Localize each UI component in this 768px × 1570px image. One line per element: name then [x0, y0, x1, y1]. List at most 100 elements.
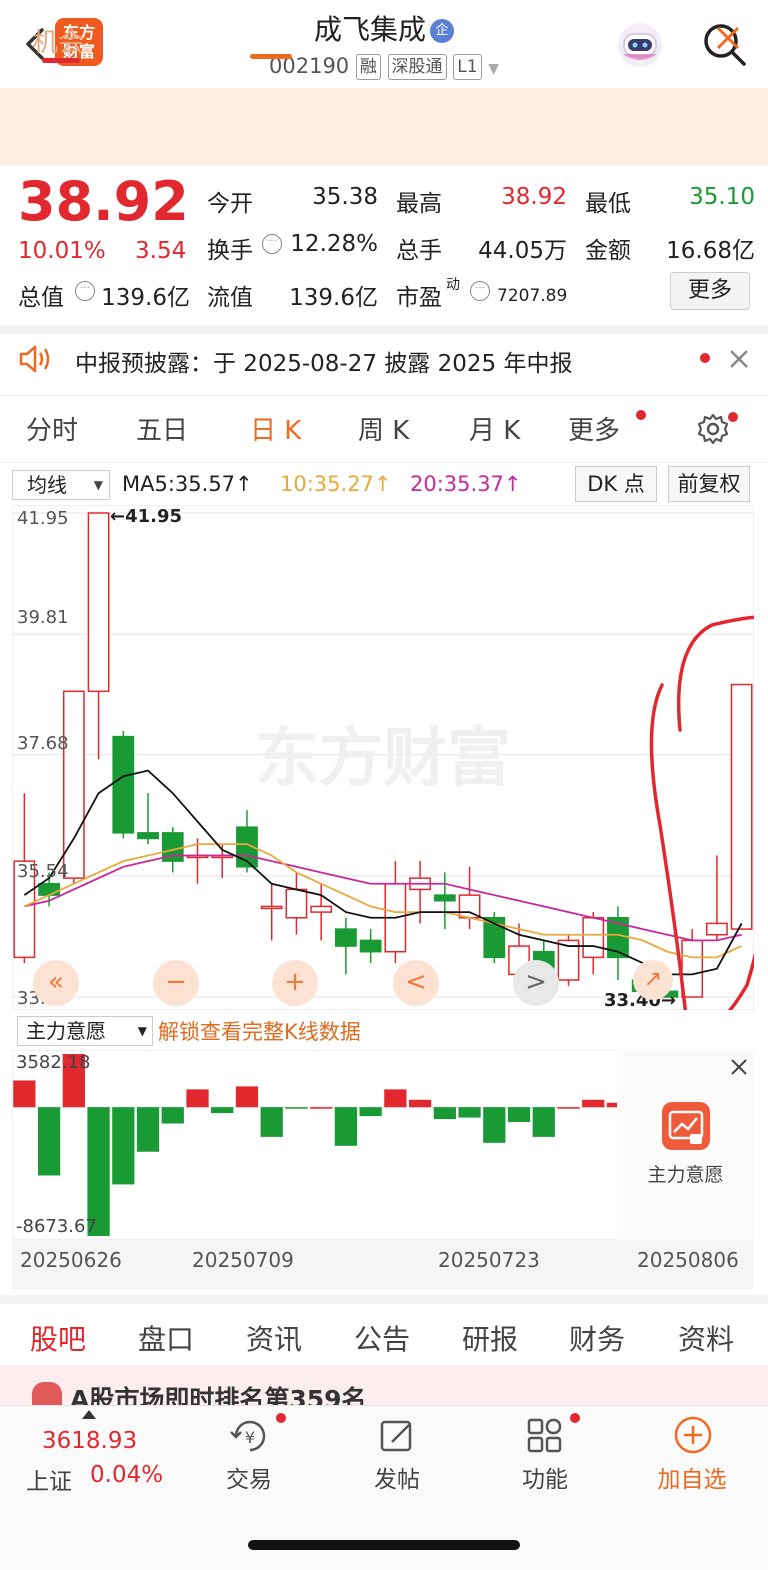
main-force-panel-label: 主力意愿 — [647, 1164, 724, 1186]
close-icon[interactable] — [730, 1058, 748, 1076]
add-watchlist-icon[interactable] — [672, 1414, 714, 1456]
change-amount: 3.54 — [135, 238, 187, 264]
candle-body — [582, 916, 605, 959]
active-tab-underline — [250, 54, 292, 59]
tag-margin: 融 — [355, 54, 381, 80]
post-edit-icon[interactable] — [378, 1416, 418, 1456]
main-force-bar — [186, 1089, 209, 1108]
settings-dot — [728, 412, 738, 422]
chart-rewind-button[interactable]: « — [33, 960, 79, 1006]
tab-intraday[interactable]: 分时 — [26, 410, 78, 447]
trade-dot — [276, 1413, 286, 1423]
ma-selector-label: 均线 — [27, 473, 67, 497]
info-icon[interactable]: ··· — [262, 234, 282, 254]
main-force-bar — [136, 1107, 160, 1152]
dk-point-button[interactable]: DK 点 — [575, 466, 657, 502]
main-force-bar — [384, 1089, 407, 1108]
functions-dot — [570, 1413, 580, 1423]
tab-finance[interactable]: 财务 — [569, 1318, 625, 1358]
price-adjust-button[interactable]: 前复权 — [668, 466, 750, 502]
indicator-selector[interactable]: 主力意愿 ▼ — [17, 1016, 153, 1046]
candle-body — [681, 939, 704, 998]
current-price: 38.92 — [18, 170, 189, 233]
turnover-value: 12.28% — [290, 231, 378, 257]
notice-unread-dot — [700, 353, 710, 363]
zoom-out-button[interactable]: − — [153, 960, 199, 1006]
indicator-selector-label: 主力意愿 — [26, 1019, 106, 1043]
main-force-bar — [458, 1107, 481, 1118]
close-icon[interactable] — [728, 348, 750, 370]
fullscreen-button[interactable]: ↗ — [633, 960, 673, 1000]
volume-value: 44.05万 — [478, 238, 567, 264]
main-force-bar — [557, 1107, 580, 1109]
tab-weekly-k[interactable]: 周 K — [358, 410, 409, 447]
date-label: 20250709 — [192, 1248, 294, 1272]
info-icon[interactable]: ··· — [470, 281, 490, 301]
candlestick-chart[interactable]: 东方财富 — [12, 505, 754, 1010]
more-button[interactable]: 更多 — [670, 272, 750, 310]
nav-add-watchlist-label[interactable]: 加自选 — [642, 1460, 742, 1494]
main-force-bar — [433, 1107, 456, 1120]
tag-level: L1 — [453, 54, 482, 80]
scroll-right-button[interactable]: > — [513, 960, 559, 1006]
home-indicator — [248, 1540, 520, 1550]
candle-body — [335, 928, 357, 947]
tab-five-day[interactable]: 五日 — [136, 410, 188, 447]
opportunity-banner[interactable] — [0, 88, 768, 165]
ma-selector[interactable]: 均线 ▼ — [12, 470, 110, 500]
date-label: 20250806 — [637, 1248, 739, 1272]
main-force-bar — [334, 1107, 358, 1146]
close-icon[interactable] — [712, 22, 744, 54]
index-value[interactable]: 3618.93 — [42, 1428, 137, 1454]
amount-value: 16.68亿 — [666, 238, 755, 264]
zoom-in-button[interactable]: + — [272, 960, 318, 1006]
indicator-bottom-label: -8673.67 — [16, 1216, 97, 1237]
robot-assistant-icon[interactable] — [615, 20, 665, 70]
main-force-bar — [359, 1107, 382, 1117]
info-icon[interactable]: ··· — [75, 281, 95, 301]
trade-yen-icon[interactable]: ¥ — [228, 1416, 272, 1456]
index-up-icon — [82, 1410, 96, 1419]
banner-text: 机会 — [32, 28, 85, 58]
candle-body — [260, 905, 283, 910]
amount-label: 金额 — [585, 238, 631, 264]
dropdown-triangle-icon: ▼ — [93, 478, 103, 492]
tab-announcements[interactable]: 公告 — [354, 1318, 410, 1358]
settings-gear-icon[interactable] — [696, 412, 730, 446]
watermark: 东方财富 — [255, 722, 511, 796]
ma20-value: 20:35.37↑ — [410, 472, 522, 496]
ma5-value: MA5:35.57↑ — [122, 472, 253, 496]
nav-trade-label[interactable]: 交易 — [199, 1460, 299, 1494]
notice-text[interactable]: 中报预披露：于 2025-08-27 披露 2025 年中报 — [75, 344, 572, 378]
tab-research[interactable]: 研报 — [462, 1318, 518, 1358]
candle-body — [359, 939, 382, 953]
date-label: 20250626 — [20, 1248, 122, 1272]
main-force-bar — [408, 1099, 432, 1108]
tab-profile[interactable]: 资料 — [678, 1318, 734, 1358]
scroll-left-button[interactable]: < — [393, 960, 439, 1006]
tab-more[interactable]: 更多 — [568, 410, 620, 447]
tab-monthly-k[interactable]: 月 K — [469, 410, 520, 447]
enterprise-badge: 企 — [430, 19, 454, 43]
nav-functions-label[interactable]: 功能 — [495, 1460, 595, 1494]
functions-grid-icon[interactable] — [525, 1416, 565, 1456]
dropdown-triangle-icon: ▼ — [137, 1024, 147, 1038]
svg-text:¥: ¥ — [245, 1428, 255, 1447]
tab-daily-k[interactable]: 日 K — [250, 410, 301, 447]
y-tick-label: 39.81 — [17, 607, 69, 628]
unlock-full-data-link[interactable]: 解锁查看完整K线数据 — [158, 1016, 361, 1046]
index-change: 0.04% — [90, 1462, 164, 1488]
main-force-bar — [285, 1107, 308, 1109]
tab-news[interactable]: 资讯 — [246, 1318, 302, 1358]
pe-label: 市盈 — [396, 285, 442, 311]
tab-order-book[interactable]: 盘口 — [138, 1318, 194, 1358]
candle-body — [730, 683, 753, 930]
high-marker: ←41.95 — [110, 506, 183, 527]
nav-post-label[interactable]: 发帖 — [347, 1460, 447, 1494]
date-label: 20250723 — [438, 1248, 540, 1272]
tab-more-dot — [636, 410, 646, 420]
total-value-label: 总值 — [18, 285, 64, 311]
main-force-bar — [161, 1107, 184, 1124]
tab-forum[interactable]: 股吧 — [30, 1318, 86, 1358]
main-force-bar — [112, 1107, 135, 1185]
